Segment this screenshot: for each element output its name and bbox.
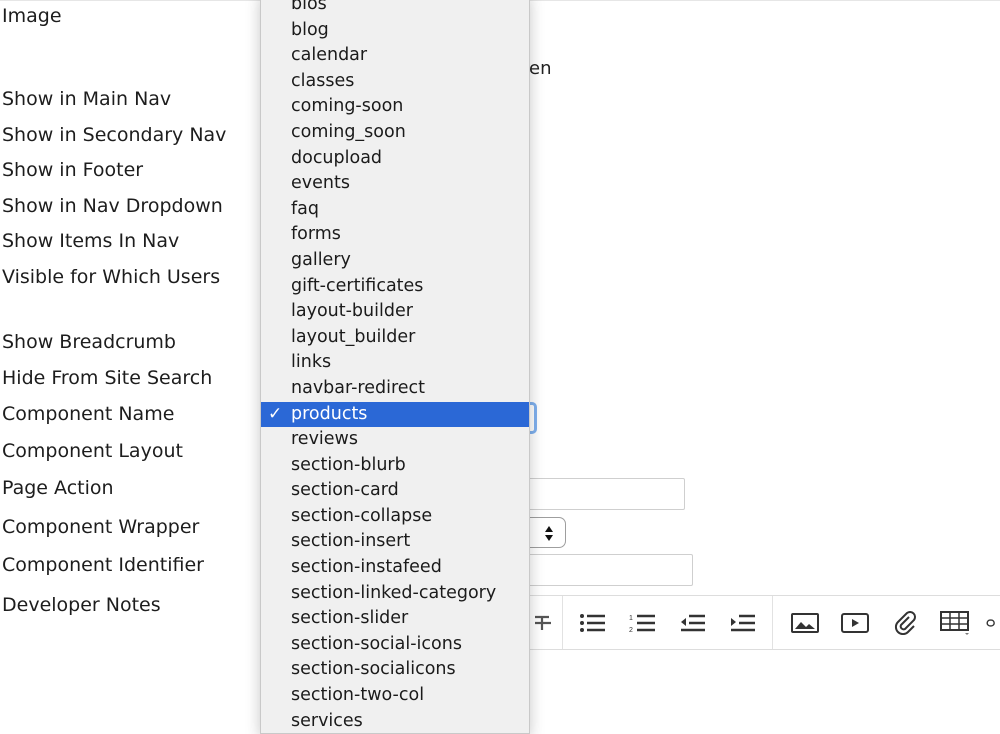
dropdown-option-section-card[interactable]: section-card bbox=[261, 478, 529, 504]
page-action-input[interactable] bbox=[528, 478, 685, 510]
outdent-icon[interactable] bbox=[676, 596, 710, 649]
dropdown-option-section-insert[interactable]: section-insert bbox=[261, 529, 529, 555]
dropdown-option-section-blurb[interactable]: section-blurb bbox=[261, 453, 529, 479]
checkmark-icon: ✓ bbox=[268, 403, 283, 424]
dropdown-option-label: layout_builder bbox=[291, 326, 416, 347]
dropdown-option-label: services bbox=[291, 710, 363, 731]
dropdown-option-label: faq bbox=[291, 198, 319, 219]
dropdown-option-label: bios bbox=[291, 0, 327, 14]
dropdown-option-section-linked-category[interactable]: section-linked-category bbox=[261, 581, 529, 607]
dropdown-option-label: classes bbox=[291, 70, 355, 91]
label-developer-notes: Developer Notes bbox=[2, 594, 161, 616]
dropdown-option-blog[interactable]: blog bbox=[261, 18, 529, 44]
dropdown-option-reviews[interactable]: reviews bbox=[261, 427, 529, 453]
dropdown-option-label: section-collapse bbox=[291, 505, 433, 526]
component-identifier-input[interactable] bbox=[528, 554, 693, 586]
dropdown-option-label: section-slider bbox=[291, 608, 409, 629]
dropdown-option-label: reviews bbox=[291, 429, 358, 450]
dropdown-option-label: coming_soon bbox=[291, 121, 406, 142]
arrow-down-icon bbox=[545, 535, 553, 541]
label-hide-site-search: Hide From Site Search bbox=[2, 367, 213, 389]
label-component-name: Component Name bbox=[2, 403, 175, 425]
dropdown-option-label: gallery bbox=[291, 249, 351, 270]
label-show-nav-dropdown: Show in Nav Dropdown bbox=[2, 195, 223, 217]
dropdown-option-label: section-card bbox=[291, 480, 399, 501]
partial-field-text: en bbox=[529, 58, 552, 79]
svg-text:2: 2 bbox=[629, 627, 633, 633]
label-show-breadcrumb: Show Breadcrumb bbox=[2, 331, 176, 353]
dropdown-option-links[interactable]: links bbox=[261, 350, 529, 376]
bullet-list-icon[interactable] bbox=[576, 596, 610, 649]
strikethrough-icon[interactable] bbox=[528, 596, 558, 649]
dropdown-option-section-social-icons[interactable]: section-social-icons bbox=[261, 632, 529, 658]
label-image: Image bbox=[2, 5, 62, 27]
label-show-secondary-nav: Show in Secondary Nav bbox=[2, 124, 227, 146]
dropdown-option-calendar[interactable]: calendar bbox=[261, 43, 529, 69]
dropdown-option-label: events bbox=[291, 173, 350, 194]
dropdown-option-label: blog bbox=[291, 19, 329, 40]
dropdown-option-products[interactable]: ✓ products bbox=[261, 401, 529, 428]
component-name-dropdown[interactable]: bios blog calendar classes coming-soon coming… bbox=[260, 0, 530, 734]
label-component-wrapper: Component Wrapper bbox=[2, 516, 200, 538]
dropdown-option-coming-soon[interactable]: coming-soon bbox=[261, 94, 529, 120]
image-icon[interactable] bbox=[788, 596, 822, 649]
dropdown-option-classes[interactable]: classes bbox=[261, 69, 529, 95]
dropdown-option-label: section-socialicons bbox=[291, 659, 456, 680]
dropdown-option-label: links bbox=[291, 352, 332, 373]
dropdown-option-coming_soon[interactable]: coming_soon bbox=[261, 120, 529, 146]
label-page-action: Page Action bbox=[2, 477, 114, 499]
label-show-main-nav: Show in Main Nav bbox=[2, 88, 172, 110]
dropdown-option-docupload[interactable]: docupload bbox=[261, 146, 529, 172]
dropdown-option-label: gift-certificates bbox=[291, 275, 424, 296]
dropdown-option-gift-certificates[interactable]: gift-certificates bbox=[261, 274, 529, 300]
dropdown-option-label: section-social-icons bbox=[291, 633, 462, 654]
dropdown-option-label: products bbox=[291, 403, 368, 424]
label-component-layout: Component Layout bbox=[2, 440, 183, 462]
dropdown-option-label: coming-soon bbox=[291, 96, 404, 117]
dropdown-option-navbar-redirect[interactable]: navbar-redirect bbox=[261, 376, 529, 402]
label-visible-users: Visible for Which Users bbox=[2, 266, 221, 288]
numbered-list-icon[interactable]: 12 bbox=[626, 596, 660, 649]
dropdown-option-label: layout-builder bbox=[291, 301, 413, 322]
indent-icon[interactable] bbox=[726, 596, 760, 649]
editor-toolbar: 12 bbox=[528, 595, 1000, 650]
dropdown-option-section-slider[interactable]: section-slider bbox=[261, 606, 529, 632]
dropdown-option-bios[interactable]: bios bbox=[261, 0, 529, 18]
label-show-footer: Show in Footer bbox=[2, 159, 144, 181]
toolbar-separator bbox=[772, 596, 773, 649]
table-icon[interactable] bbox=[938, 596, 972, 649]
component-wrapper-select[interactable] bbox=[529, 517, 566, 548]
dropdown-option-label: forms bbox=[291, 224, 341, 245]
dropdown-option-label: docupload bbox=[291, 147, 383, 168]
arrow-up-icon bbox=[545, 526, 553, 532]
dropdown-option-label: section-insert bbox=[291, 531, 411, 552]
svg-text:1: 1 bbox=[629, 615, 633, 622]
label-component-identifier: Component Identifier bbox=[2, 554, 204, 576]
toolbar-separator bbox=[562, 596, 563, 649]
dropdown-option-label: calendar bbox=[291, 45, 368, 66]
dropdown-option-gallery[interactable]: gallery bbox=[261, 248, 529, 274]
dropdown-option-section-instafeed[interactable]: section-instafeed bbox=[261, 555, 529, 581]
dropdown-option-events[interactable]: events bbox=[261, 171, 529, 197]
dropdown-option-label: section-two-col bbox=[291, 685, 425, 706]
dropdown-option-label: section-instafeed bbox=[291, 557, 442, 578]
attachment-icon[interactable] bbox=[888, 596, 922, 649]
dropdown-option-label: section-blurb bbox=[291, 454, 406, 475]
dropdown-option-layout-builder[interactable]: layout-builder bbox=[261, 299, 529, 325]
dropdown-option-section-socialicons[interactable]: section-socialicons bbox=[261, 657, 529, 683]
link-icon[interactable] bbox=[986, 596, 1000, 649]
dropdown-option-section-two-col[interactable]: section-two-col bbox=[261, 683, 529, 709]
dropdown-option-forms[interactable]: forms bbox=[261, 222, 529, 248]
dropdown-options: bios blog calendar classes coming-soon coming… bbox=[261, 0, 529, 733]
label-show-items-in-nav: Show Items In Nav bbox=[2, 230, 180, 252]
dropdown-option-faq[interactable]: faq bbox=[261, 197, 529, 223]
dropdown-option-services[interactable]: services bbox=[261, 709, 529, 733]
video-icon[interactable] bbox=[838, 596, 872, 649]
dropdown-option-label: section-linked-category bbox=[291, 582, 497, 603]
dropdown-option-section-collapse[interactable]: section-collapse bbox=[261, 504, 529, 530]
dropdown-option-label: navbar-redirect bbox=[291, 377, 426, 398]
dropdown-option-layout_builder[interactable]: layout_builder bbox=[261, 325, 529, 351]
